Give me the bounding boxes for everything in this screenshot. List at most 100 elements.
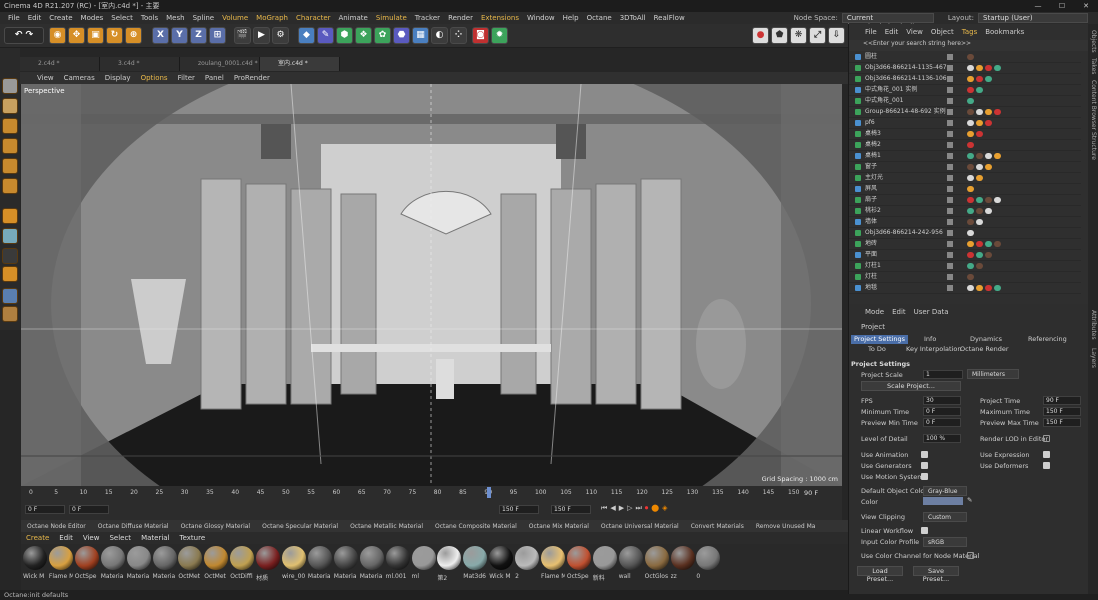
octane-settings-icon[interactable]: ✹ [491, 27, 508, 44]
octane-node-editor-button[interactable]: Octane Node Editor [21, 523, 92, 530]
material-tag-icon[interactable] [967, 274, 974, 280]
material-tag-icon[interactable] [976, 219, 983, 225]
visibility-toggle[interactable] [947, 219, 953, 225]
edges-mode-icon[interactable] [2, 158, 18, 174]
model-mode-icon[interactable] [2, 78, 18, 94]
scale-tool-icon[interactable]: ▣ [87, 27, 104, 44]
x-axis-button[interactable]: X [152, 27, 169, 44]
octane-universal-button[interactable]: Octane Universal Material [595, 523, 685, 530]
material-tag-icon[interactable] [976, 197, 983, 203]
tab-doc-zoulang[interactable]: zoulang_0001.c4d * [180, 57, 260, 71]
material-tag-icon[interactable] [994, 241, 1001, 247]
visibility-toggle[interactable] [947, 98, 953, 104]
octane-render-icon[interactable]: ◙ [472, 27, 489, 44]
menu-help[interactable]: Help [559, 12, 583, 24]
attr-menu-mode[interactable]: Mode [861, 308, 888, 316]
obj-menu-object[interactable]: Object [927, 28, 958, 36]
material-swatch[interactable]: 0 [696, 546, 721, 580]
attr-menu-edit[interactable]: Edit [888, 308, 910, 316]
material-swatch[interactable]: Mat3d6 [463, 546, 488, 580]
octane-diffuse-button[interactable]: Octane Diffuse Material [92, 523, 175, 530]
project-time-field[interactable]: 90 F [1043, 396, 1081, 405]
minimize-button[interactable]: — [1026, 0, 1050, 12]
render-settings-icon[interactable]: ⚙ [272, 27, 289, 44]
object-row[interactable]: Obj3d66-866214-1135-467 [849, 63, 1081, 74]
material-tag-icon[interactable] [976, 285, 983, 291]
object-row[interactable]: 墙体 [849, 217, 1081, 228]
viewport-menu-cameras[interactable]: Cameras [59, 74, 100, 82]
visibility-toggle[interactable] [947, 120, 953, 126]
visibility-toggle[interactable] [947, 274, 953, 280]
object-row[interactable]: 中式角花_001 [849, 96, 1081, 107]
octane-specular-button[interactable]: Octane Specular Material [256, 523, 344, 530]
mat-menu-view[interactable]: View [78, 534, 105, 542]
material-tag-icon[interactable] [967, 208, 974, 214]
tool-c-icon[interactable]: ❋ [790, 27, 807, 44]
playhead[interactable] [487, 487, 491, 498]
material-tag-icon[interactable] [967, 87, 974, 93]
mat-menu-material[interactable]: Material [136, 534, 174, 542]
polygons-mode-icon[interactable] [2, 178, 18, 194]
min-time-field[interactable]: 0 F [923, 407, 961, 416]
texture-mode-icon[interactable] [2, 98, 18, 114]
material-swatch[interactable]: ml [411, 546, 436, 580]
linear-workflow-checkbox[interactable] [921, 527, 928, 534]
color-swatch[interactable] [923, 497, 963, 505]
material-tag-icon[interactable] [994, 197, 1001, 203]
material-tag-icon[interactable] [976, 76, 983, 82]
material-tag-icon[interactable] [976, 131, 983, 137]
material-tag-icon[interactable] [967, 252, 974, 258]
material-tag-icon[interactable] [994, 285, 1001, 291]
load-preset-button[interactable]: Load Preset... [857, 566, 903, 583]
axis-mode-icon[interactable] [2, 208, 18, 224]
object-row[interactable]: Obj3d66-866214-242-956 [849, 228, 1081, 239]
go-start-icon[interactable]: ⏮ [601, 504, 607, 513]
snap-icon[interactable] [2, 248, 18, 264]
material-swatch[interactable]: OctDiffi [230, 546, 255, 580]
material-swatch[interactable]: Materia [359, 546, 384, 580]
default-color-dropdown[interactable]: Gray-Blue [923, 486, 967, 496]
tab-info[interactable]: Info [921, 335, 939, 344]
material-tag-icon[interactable] [985, 197, 992, 203]
material-swatch[interactable]: wall [618, 546, 643, 580]
material-tag-icon[interactable] [967, 98, 974, 104]
menu-simulate[interactable]: Simulate [372, 12, 411, 24]
material-tag-icon[interactable] [967, 76, 974, 82]
workplane-icon[interactable] [2, 118, 18, 134]
object-row[interactable]: pf6 [849, 118, 1081, 129]
cloner-icon[interactable]: ❖ [355, 27, 372, 44]
tab-doc-2[interactable]: 2.c4d * [20, 57, 100, 71]
object-row[interactable]: 平面 [849, 250, 1081, 261]
node-space-dropdown[interactable]: Current (Standard/Physical) [841, 13, 934, 31]
material-tag-icon[interactable] [985, 241, 992, 247]
material-swatch[interactable]: Wick M [489, 546, 514, 580]
material-tag-icon[interactable] [985, 164, 992, 170]
timeline-ruler[interactable]: 0510152025303540455055606570758085909510… [21, 486, 842, 498]
mat-menu-create[interactable]: Create [21, 534, 54, 542]
object-row[interactable]: 窗子 [849, 162, 1081, 173]
octane-glossy-button[interactable]: Octane Glossy Material [175, 523, 257, 530]
current-frame-field[interactable]: 0 F [69, 505, 109, 514]
preview-min-field[interactable]: 0 F [923, 418, 961, 427]
object-row[interactable]: 地毯 [849, 283, 1081, 294]
viewport-menu-panel[interactable]: Panel [200, 74, 229, 82]
visibility-toggle[interactable] [947, 208, 953, 214]
menu-character[interactable]: Character [292, 12, 335, 24]
max-time-field[interactable]: 150 F [1043, 407, 1081, 416]
material-swatch[interactable]: Flame M [48, 546, 73, 580]
convert-materials-button[interactable]: Convert Materials [685, 523, 750, 530]
lock-icon[interactable] [2, 306, 18, 322]
material-swatch[interactable]: Materia [307, 546, 332, 580]
tab-doc-3[interactable]: 3.c4d * [100, 57, 180, 71]
visibility-toggle[interactable] [947, 197, 953, 203]
field-icon[interactable]: ⬣ [393, 27, 410, 44]
material-tag-icon[interactable] [976, 65, 983, 71]
object-search-input[interactable]: <<Enter your search string here>> [849, 40, 1088, 51]
material-tag-icon[interactable] [967, 285, 974, 291]
visibility-toggle[interactable] [947, 252, 953, 258]
visibility-toggle[interactable] [947, 109, 953, 115]
material-tag-icon[interactable] [967, 263, 974, 269]
undo-icon[interactable]: ↶ ↷ [4, 27, 44, 44]
preview-max-field[interactable]: 150 F [1043, 418, 1081, 427]
material-swatch[interactable]: Materia [333, 546, 358, 580]
